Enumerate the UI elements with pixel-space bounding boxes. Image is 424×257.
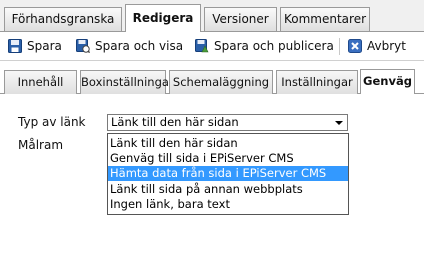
link-type-option[interactable]: Ingen länk, bara text [108,197,348,212]
save-button[interactable]: Spara [8,37,62,55]
edit-toolbar: Spara Spara och visa Spara och publicera… [0,32,424,61]
save-label: Spara [27,39,62,53]
save-icon [8,39,22,53]
tab-edit[interactable]: Redigera [125,4,201,32]
property-tab-bar: Innehåll Boxinställningar Schemaläggning… [0,61,424,94]
cancel-icon [348,39,362,53]
tab-scheduling[interactable]: Schemaläggning [169,70,273,94]
link-type-selected-value: Länk till den här sidan [111,115,239,129]
link-type-option[interactable]: Länk till den här sidan [108,136,348,151]
link-type-option-highlighted[interactable]: Hämta data från sida i EPiServer CMS [108,166,348,181]
main-tab-bar: Förhandsgranska Redigera Versioner Komme… [0,0,424,32]
link-type-option[interactable]: Genväg till sida i EPiServer CMS [108,151,348,166]
target-frame-label: Målram [18,138,64,152]
save-view-icon [76,39,90,53]
tab-shortcut[interactable]: Genväg [360,69,415,94]
link-type-label: Typ av länk [18,115,86,129]
chevron-down-icon [335,121,343,125]
tab-settings[interactable]: Inställningar [276,70,358,94]
save-and-view-button[interactable]: Spara och visa [76,37,183,55]
tab-preview[interactable]: Förhandsgranska [4,7,122,31]
link-type-select[interactable]: Länk till den här sidan [107,114,348,131]
tab-comments[interactable]: Kommentarer [280,7,370,31]
link-type-dropdown: Länk till den här sidan Genväg till sida… [107,133,349,215]
cancel-button[interactable]: Avbryt [348,37,406,55]
link-type-option[interactable]: Länk till sida på annan webbplats [108,182,348,197]
save-view-label: Spara och visa [95,39,184,53]
save-and-publish-button[interactable]: Spara och publicera [195,37,334,55]
tab-versions[interactable]: Versioner [204,7,277,31]
save-publish-label: Spara och publicera [214,39,334,53]
tab-box-settings[interactable]: Boxinställningar [80,70,174,94]
toolbar-separator [339,38,340,55]
cancel-label: Avbryt [367,39,406,53]
tab-content[interactable]: Innehåll [4,70,77,94]
save-publish-icon [195,39,209,53]
